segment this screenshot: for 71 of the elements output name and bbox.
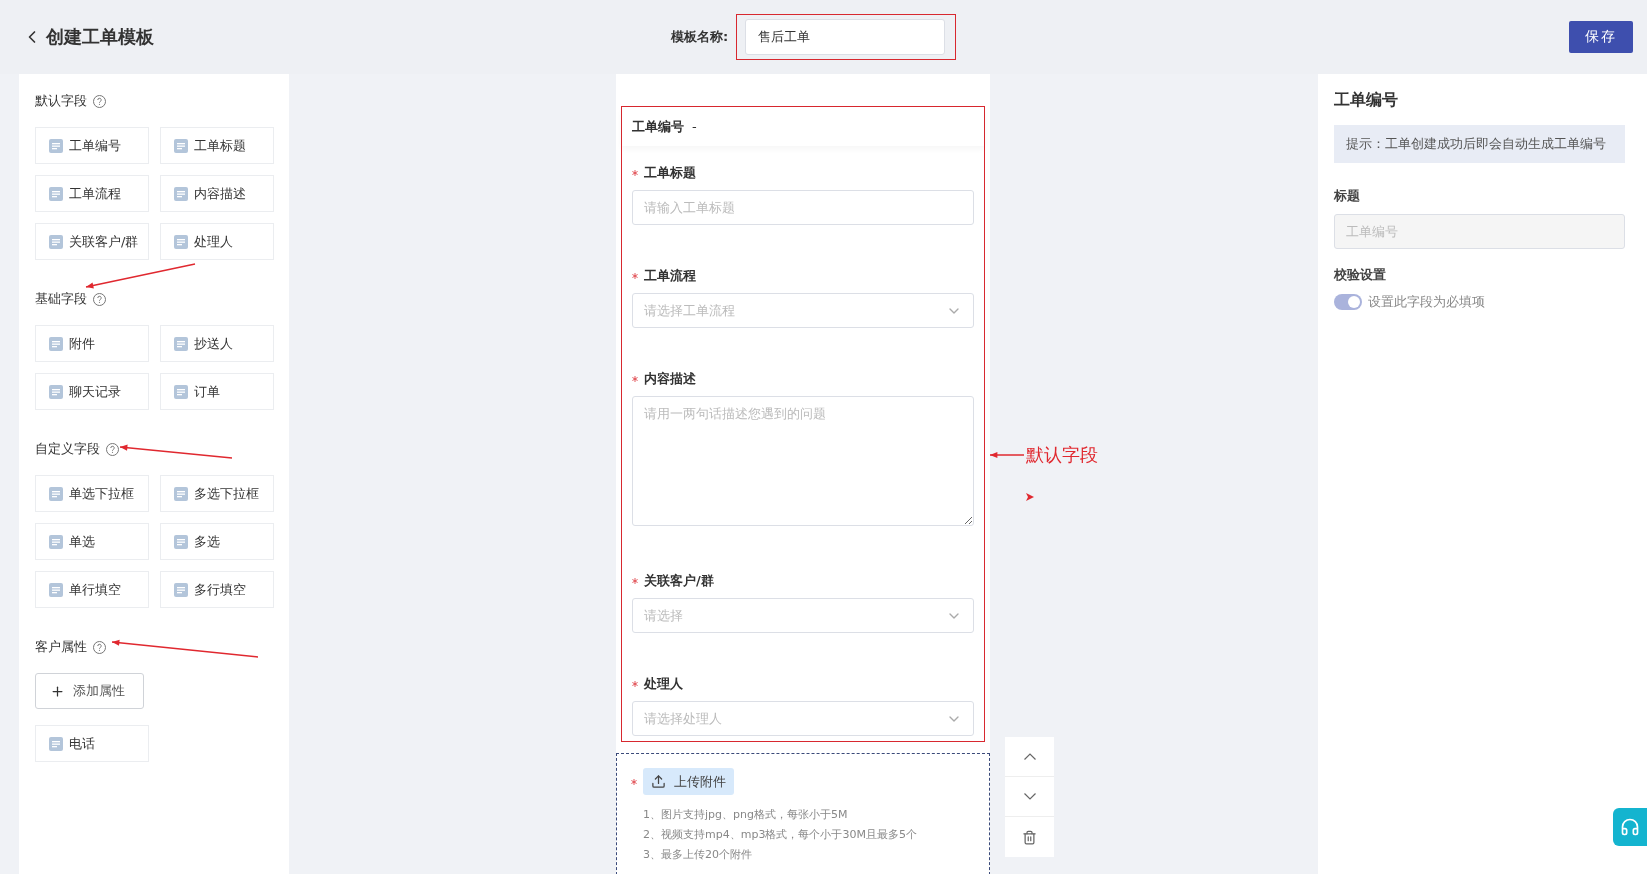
field-type-item[interactable]: 工单流程 (35, 175, 149, 212)
field-value: - (692, 119, 697, 134)
document-icon (174, 384, 188, 399)
hint-banner: 提示：工单创建成功后即会自动生成工单编号 (1334, 125, 1625, 163)
panel-title: 工单编号 (1334, 90, 1399, 111)
annotation-arrow (989, 451, 1025, 459)
field-label: 模板名称: (671, 28, 729, 46)
annotation-text: 默认字段 (1026, 443, 1098, 467)
document-icon (174, 534, 188, 549)
document-icon (174, 138, 188, 153)
toggle-label: 设置此字段为必填项 (1368, 293, 1485, 311)
chevron-up-icon (1023, 753, 1036, 760)
section-title: 基础字段 (35, 290, 87, 308)
field-type-item[interactable]: 订单 (160, 373, 274, 410)
upload-note: 3、最多上传20个附件 (642, 847, 753, 863)
field-type-item[interactable]: 多行填空 (160, 571, 274, 608)
field-type-item[interactable]: 工单标题 (160, 127, 274, 164)
document-icon (174, 336, 188, 351)
field-label: 工单编号 (632, 117, 684, 136)
document-icon (49, 534, 63, 549)
template-name-input[interactable]: 售后工单 (745, 19, 946, 55)
document-icon (49, 582, 63, 597)
document-icon (174, 486, 188, 501)
chevron-down-icon (1023, 793, 1036, 800)
document-icon (49, 486, 63, 501)
document-icon (174, 582, 188, 597)
field-type-item[interactable]: 关联客户/群 (35, 223, 149, 260)
field-type-item[interactable]: 单选下拉框 (35, 475, 149, 512)
document-icon (49, 384, 63, 399)
back-button[interactable]: 创建工单模板 (22, 25, 154, 49)
field-type-item[interactable]: 内容描述 (160, 175, 274, 212)
text-input[interactable]: 请输入工单标题 (632, 190, 974, 225)
field-label: 工单标题 (644, 164, 696, 182)
field-label: 校验设置 (1334, 266, 1387, 284)
upload-button[interactable]: 上传附件 (643, 768, 734, 795)
field-type-item[interactable]: 多选 (160, 523, 274, 560)
field-type-item[interactable]: 单行填空 (35, 571, 149, 608)
upload-note: 1、图片支持jpg、png格式，每张小于5M (642, 807, 849, 823)
document-icon (49, 138, 63, 153)
arrowhead-mark (1026, 493, 1034, 501)
add-attribute-button[interactable]: 添加属性 (35, 673, 144, 709)
document-icon (49, 736, 63, 751)
field-label: 处理人 (644, 675, 683, 693)
document-icon (49, 186, 63, 201)
document-icon (49, 336, 63, 351)
document-icon (174, 234, 188, 249)
field-type-item[interactable]: 附件 (35, 325, 149, 362)
field-type-item[interactable]: 处理人 (160, 223, 274, 260)
document-icon (49, 234, 63, 249)
headset-icon (1620, 817, 1640, 837)
field-label: 标题 (1334, 187, 1361, 205)
field-type-item[interactable]: 电话 (35, 725, 149, 762)
section-title: 自定义字段 (35, 440, 100, 458)
section-title: 客户属性 (35, 638, 87, 656)
field-label: 关联客户/群 (644, 572, 714, 590)
upload-field-card[interactable]: 上传附件 1、图片支持jpg、png格式，每张小于5M 2、视频支持mp4、mp3格式，每个小于30M且最多5个 3、最多上传20个附件 (616, 753, 990, 874)
support-chat-button[interactable] (1613, 808, 1647, 846)
upload-icon (651, 774, 666, 789)
field-label: 内容描述 (644, 370, 696, 388)
section-title: 默认字段 (35, 92, 87, 110)
upload-note: 2、视频支持mp4、mp3格式，每个小于30M且最多5个 (642, 827, 918, 843)
document-icon (174, 186, 188, 201)
plus-icon (50, 683, 65, 699)
field-label: 工单流程 (644, 267, 696, 285)
field-type-item[interactable]: 聊天记录 (35, 373, 149, 410)
save-button[interactable]: 保存 (1569, 21, 1633, 53)
field-type-item[interactable]: 多选下拉框 (160, 475, 274, 512)
field-type-item[interactable]: 抄送人 (160, 325, 274, 362)
field-type-item[interactable]: 工单编号 (35, 127, 149, 164)
field-type-item[interactable]: 单选 (35, 523, 149, 560)
trash-icon (1022, 829, 1037, 845)
